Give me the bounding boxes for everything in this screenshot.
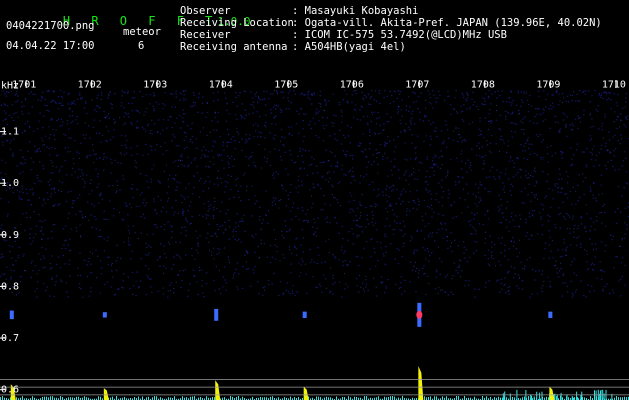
hroft-display: H R O F F T1.0.0 0404221700.png 04.04.22… <box>0 0 629 400</box>
info-antenna-label: Receiving antenna <box>180 41 288 53</box>
info-antenna-value: : A504HB(yagi 4el) <box>292 41 406 53</box>
time-tick-label-1705: 1705 <box>274 80 298 90</box>
spectrogram: 1701 1702 1703 1704 1705 1706 1707 1708 1709 1710… <box>0 80 629 400</box>
freq-tick-label-0.8: 0.8 <box>1 281 19 292</box>
freq-tick-label-0.9: 0.9 <box>1 230 19 241</box>
echo-peak-4 <box>416 310 423 319</box>
info-location-value: : Ogata-vill. Akita-Pref. JAPAN (139.96E… <box>292 17 602 29</box>
unit-label: kHz <box>1 80 19 91</box>
time-tick-label-1707: 1707 <box>405 80 429 90</box>
info-location-label: Receiving Location <box>180 17 294 29</box>
echo-trace-1 <box>102 312 107 318</box>
time-tick-label-1702: 1702 <box>78 80 102 90</box>
meteor-label: meteor <box>123 26 161 38</box>
info-receiver-value: : ICOM IC-575 53.7492(@LCD)MHz USB <box>292 29 507 41</box>
time-tick-label-1710: 1710 <box>602 80 626 90</box>
echo-trace-5 <box>548 311 553 319</box>
info-observer-value: : Masayuki Kobayashi <box>292 5 419 17</box>
file-datetime: 04.04.22 17:00 <box>6 40 95 52</box>
freq-tick-label-1.0: 1.0 <box>1 178 19 189</box>
time-tick-label-1706: 1706 <box>340 80 364 90</box>
meteor-count: 6 <box>138 40 145 52</box>
freq-tick-label-1.1: 1.1 <box>1 127 19 138</box>
file-name: 0404221700.png <box>6 20 95 32</box>
spectrogram-background <box>0 80 629 400</box>
freq-tick-label-0.7: 0.7 <box>1 333 19 344</box>
echo-trace-2 <box>214 308 219 321</box>
freq-tick-label-0.6: 0.6 <box>1 385 19 396</box>
time-tick-label-1709: 1709 <box>536 80 560 90</box>
time-tick-label-1704: 1704 <box>209 80 233 90</box>
time-tick-label-1708: 1708 <box>471 80 495 90</box>
time-tick-label-1703: 1703 <box>143 80 167 90</box>
echo-trace-0 <box>9 310 14 320</box>
echo-trace-3 <box>302 311 307 319</box>
info-receiver-label: Receiver <box>180 29 231 41</box>
info-observer-label: Observer <box>180 5 231 17</box>
